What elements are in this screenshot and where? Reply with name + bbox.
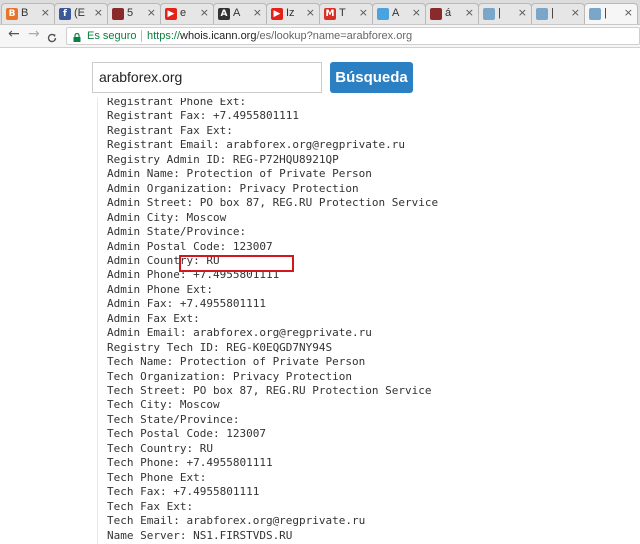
whois-results: Registrant Phone Ext: Registrant Fax: +7.… (97, 98, 553, 544)
whois-line: Registrant Email: arabforex.org@regpriva… (107, 138, 406, 152)
url-host: whois.icann.org (180, 30, 257, 42)
whois-line: Tech Phone: +7.4955801111 (107, 456, 273, 470)
whois-line: Admin Street: PO box 87, REG.RU Protecti… (107, 196, 439, 210)
tab-title: | (604, 7, 607, 19)
browser-tab[interactable]: | × (478, 3, 532, 24)
tab-title: Iz (286, 7, 295, 19)
tab-favicon-icon (589, 8, 601, 20)
whois-line: Tech Fax: +7.4955801111 (107, 485, 260, 499)
whois-line: Admin Phone Ext: (107, 282, 213, 296)
tab-title: | (551, 7, 554, 19)
browser-tab[interactable]: | × (531, 3, 585, 24)
whois-line: Admin Postal Code: 123007 (107, 239, 273, 253)
tab-close-icon[interactable]: × (412, 6, 421, 19)
tab-favicon-icon: B (6, 8, 18, 20)
search-button[interactable]: Búsqueda (330, 62, 413, 93)
tab-title: T (339, 7, 346, 19)
tab-title: B (21, 7, 29, 19)
browser-tab[interactable]: f (E × (54, 3, 108, 24)
tab-close-icon[interactable]: × (465, 6, 474, 19)
whois-line: Tech Organization: Privacy Protection (107, 369, 353, 383)
whois-line: Admin Organization: Privacy Protection (107, 181, 359, 195)
whois-line: Admin Fax: +7.4955801111 (107, 297, 266, 311)
tab-favicon-icon (430, 8, 442, 20)
tab-favicon-icon: M (324, 8, 336, 20)
url-path: /es/lookup?name=arabforex.org (256, 30, 413, 42)
tab-strip: B B × f (E × 5 × ▶ e × A A × ▶ Iz × M T × A × á × | × | × | × (0, 0, 640, 25)
whois-line: Tech Street: PO box 87, REG.RU Protectio… (107, 384, 432, 397)
tab-close-icon[interactable]: × (571, 6, 580, 19)
whois-line: Tech Country: RU (107, 441, 213, 455)
whois-line: Admin Name: Protection of Private Person (107, 167, 372, 181)
address-bar[interactable]: Es seguro https://whois.icann.org/es/loo… (66, 27, 640, 45)
whois-line: Registrant Fax: +7.4955801111 (107, 109, 300, 123)
browser-tab[interactable]: 5 × (107, 3, 161, 24)
tab-title: 5 (127, 7, 134, 19)
tab-title: A (233, 7, 241, 19)
domain-search-input[interactable]: arabforex.org (92, 62, 322, 93)
tab-favicon-icon: ▶ (165, 8, 177, 20)
browser-tab[interactable]: ▶ e × (160, 3, 214, 24)
tab-favicon-icon: ▶ (271, 8, 283, 20)
tab-title: | (498, 7, 501, 19)
url-scheme: https:// (147, 30, 181, 42)
whois-line: Registry Tech ID: REG-K0EQGD7NY94S (107, 340, 333, 354)
tab-favicon-icon: f (59, 8, 71, 20)
whois-line: Registry Admin ID: REG-P72HQU8921QP (107, 152, 339, 166)
tab-favicon-icon (483, 8, 495, 20)
tab-close-icon[interactable]: × (147, 6, 156, 19)
tab-close-icon[interactable]: × (518, 6, 527, 19)
whois-line: Tech Fax Ext: (107, 499, 194, 513)
whois-line: Registrant Phone Ext: (107, 98, 247, 108)
whois-line: Tech City: Moscow (107, 398, 220, 412)
whois-line: Tech State/Province: (107, 412, 240, 426)
admin-city-highlight-box (179, 255, 294, 272)
lock-icon (73, 31, 81, 42)
whois-line: Tech Phone Ext: (107, 470, 207, 484)
whois-line: Tech Email: arabforex.org@regprivate.ru (107, 514, 366, 528)
tab-title: e (180, 7, 187, 19)
browser-tab[interactable]: B B × (1, 3, 55, 24)
whois-line: Tech Name: Protection of Private Person (107, 355, 366, 369)
tab-favicon-icon (536, 8, 548, 20)
tab-title: A (392, 7, 400, 19)
whois-line: Registrant Fax Ext: (107, 123, 233, 137)
whois-line: Admin Email: arabforex.org@regprivate.ru (107, 326, 372, 340)
tab-title: á (445, 7, 452, 19)
tab-close-icon[interactable]: × (94, 6, 103, 19)
whois-line: Name Server: NS1.FIRSTVDS.RU (107, 528, 293, 542)
whois-line: Admin State/Province: (107, 225, 247, 239)
tab-close-icon[interactable]: × (624, 6, 633, 19)
whois-line: Admin Fax Ext: (107, 311, 200, 325)
tab-favicon-icon: A (218, 8, 230, 20)
browser-tab[interactable]: A A × (213, 3, 267, 24)
forward-arrow-icon[interactable]: → (28, 26, 40, 42)
browser-tab[interactable]: M T × (319, 3, 373, 24)
back-arrow-icon[interactable]: ← (8, 26, 20, 42)
browser-tab[interactable]: ▶ Iz × (266, 3, 320, 24)
reload-icon[interactable] (47, 30, 57, 43)
secure-label: Es seguro (87, 30, 137, 42)
tab-close-icon[interactable]: × (253, 6, 262, 19)
tab-close-icon[interactable]: × (306, 6, 315, 19)
tab-favicon-icon (112, 8, 124, 20)
whois-line: Admin City: Moscow (107, 210, 227, 224)
page-content: arabforex.org Búsqueda Registrant Phone … (0, 48, 640, 544)
browser-tab[interactable]: A × (372, 3, 426, 24)
url-text: https://whois.icann.org/es/lookup?name=a… (147, 28, 412, 44)
browser-toolbar: ← → Es seguro https://whois.icann.org/es… (0, 25, 640, 48)
tab-close-icon[interactable]: × (200, 6, 209, 19)
browser-tab[interactable]: | × (584, 3, 638, 24)
tab-close-icon[interactable]: × (41, 6, 50, 19)
address-separator (141, 30, 142, 42)
tab-title: (E (74, 7, 85, 19)
tab-favicon-icon (377, 8, 389, 20)
browser-tab[interactable]: á × (425, 3, 479, 24)
tab-close-icon[interactable]: × (359, 6, 368, 19)
whois-line: Tech Postal Code: 123007 (107, 427, 266, 441)
